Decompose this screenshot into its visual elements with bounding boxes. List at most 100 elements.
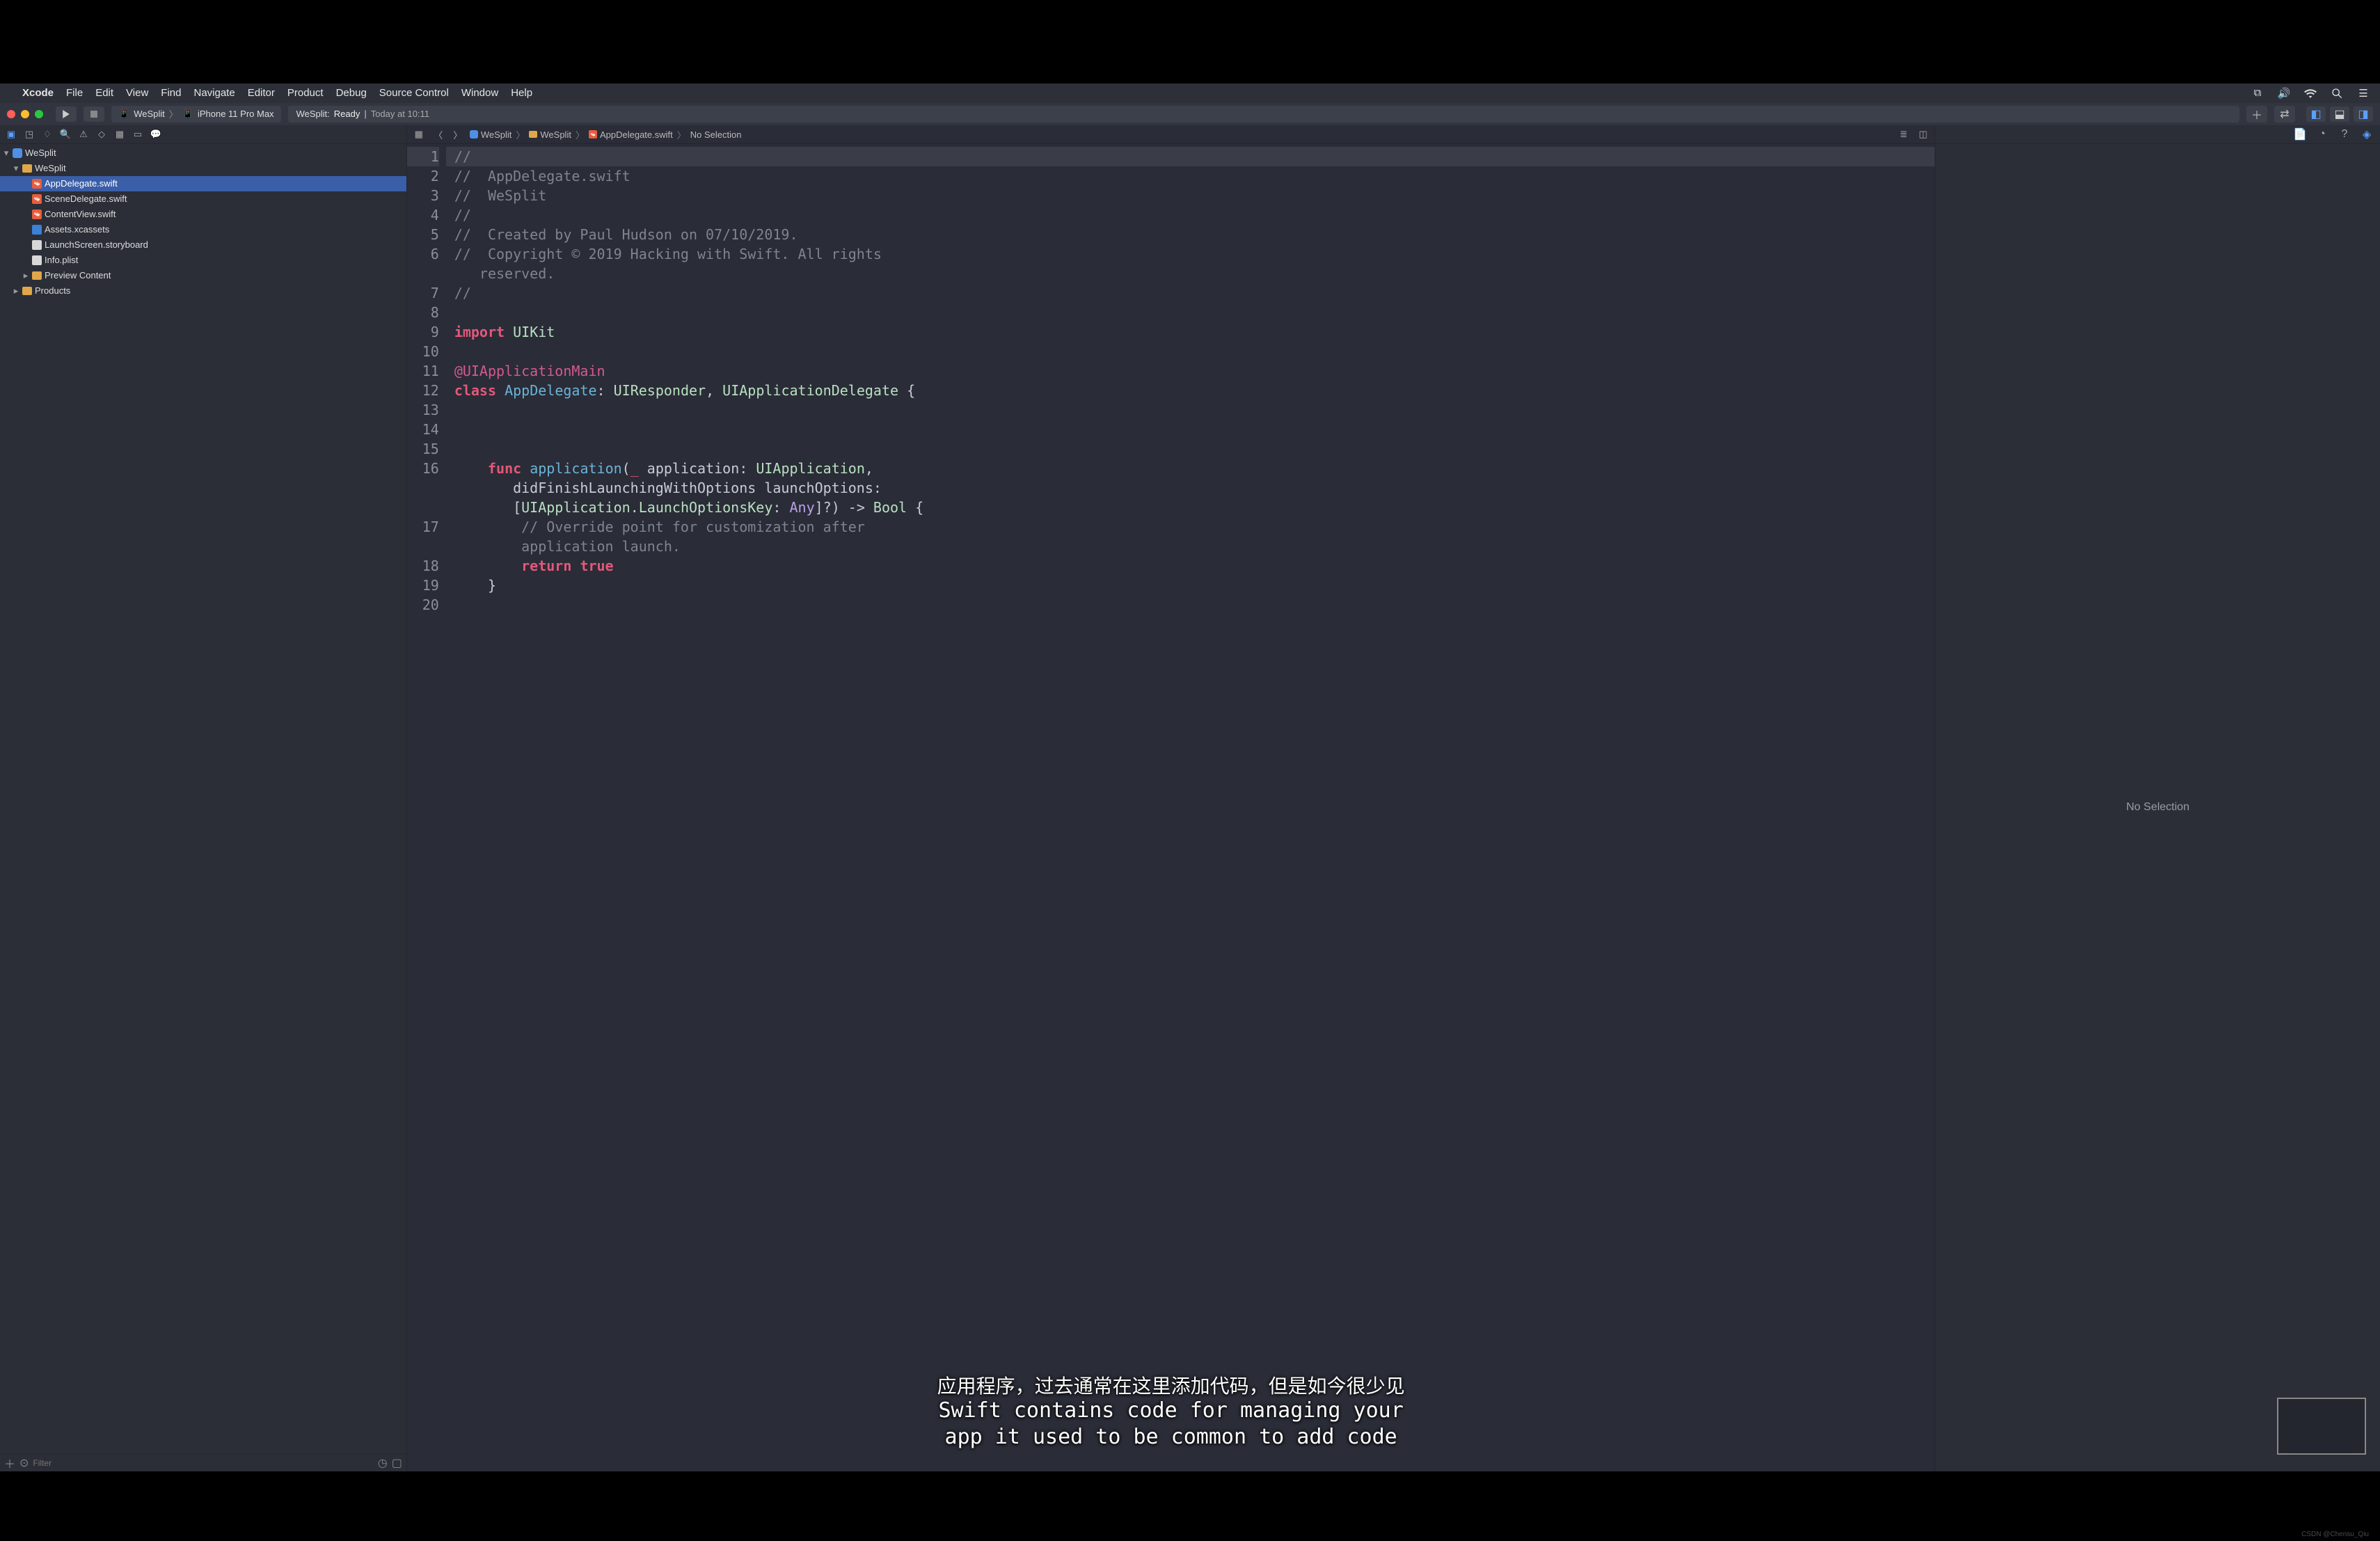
minimize-button[interactable] — [21, 110, 29, 118]
letterbox-bottom: CSDN @Chensu_Qiu — [0, 1471, 2380, 1541]
menu-view[interactable]: View — [126, 87, 148, 99]
test-navigator-tab[interactable]: ◇ — [96, 129, 107, 140]
code-line[interactable]: didFinishLaunchingWithOptions launchOpti… — [454, 478, 1927, 498]
code-text[interactable]: //// AppDelegate.swift// WeSplit//// Cre… — [446, 144, 1935, 1472]
spotlight-icon[interactable] — [2330, 86, 2344, 100]
run-button[interactable] — [56, 106, 77, 122]
source-control-navigator-tab[interactable]: ◳ — [24, 129, 35, 140]
code-line[interactable]: func application(_ application: UIApplic… — [454, 459, 1927, 478]
code-line[interactable]: // — [454, 205, 1927, 225]
wifi-icon[interactable] — [2303, 86, 2317, 100]
code-line[interactable]: import UIKit — [454, 322, 1927, 342]
code-review-button[interactable]: ⇄ — [2274, 106, 2295, 123]
code-line[interactable] — [454, 303, 1927, 322]
tree-file[interactable]: LaunchScreen.storyboard — [0, 237, 406, 253]
minimap-button[interactable]: ≣ — [1896, 127, 1911, 141]
symbol-navigator-tab[interactable]: ♢ — [42, 129, 53, 140]
help-inspector-tab[interactable]: ? — [2338, 128, 2351, 141]
jump-crumb[interactable]: AppDelegate.swift — [589, 129, 673, 140]
tree-group-preview-content[interactable]: ▸ Preview Content — [0, 268, 406, 283]
related-items-button[interactable]: ▦ — [411, 127, 427, 141]
menu-find[interactable]: Find — [161, 87, 181, 99]
menu-help[interactable]: Help — [511, 87, 532, 99]
stop-button[interactable] — [84, 106, 104, 122]
zoom-button[interactable] — [35, 110, 43, 118]
code-line[interactable]: reserved. — [454, 264, 1927, 283]
code-line[interactable] — [454, 400, 1927, 420]
scheme-selector[interactable]: 📱 WeSplit 〉 📱 iPhone 11 Pro Max — [111, 106, 281, 123]
toggle-debug-area-button[interactable]: ⬓ — [2330, 106, 2349, 122]
picture-in-picture-thumb[interactable] — [2277, 1398, 2366, 1455]
library-button[interactable]: ＋ — [2246, 106, 2267, 123]
disclosure-triangle-icon[interactable]: ▸ — [13, 287, 19, 294]
forward-button[interactable]: 〉 — [450, 127, 466, 141]
tree-file[interactable]: Assets.xcassets — [0, 222, 406, 237]
menu-product[interactable]: Product — [287, 87, 324, 99]
code-line[interactable]: @UIApplicationMain — [454, 361, 1927, 381]
close-button[interactable] — [7, 110, 15, 118]
code-line[interactable]: class AppDelegate: UIResponder, UIApplic… — [454, 381, 1927, 400]
menu-editor[interactable]: Editor — [248, 87, 275, 99]
code-line[interactable]: // Copyright © 2019 Hacking with Swift. … — [454, 244, 1927, 264]
disclosure-triangle-icon[interactable]: ▸ — [22, 272, 29, 279]
volume-icon[interactable]: 🔊 — [2277, 86, 2291, 100]
menu-file[interactable]: File — [66, 87, 83, 99]
back-button[interactable]: 〈 — [431, 127, 446, 141]
code-line[interactable]: return true — [454, 556, 1927, 576]
code-line[interactable] — [454, 420, 1927, 439]
code-line[interactable] — [454, 439, 1927, 459]
disclosure-triangle-icon[interactable]: ▾ — [3, 150, 10, 157]
code-line[interactable]: } — [454, 576, 1927, 595]
adjust-editor-button[interactable]: ◫ — [1915, 127, 1930, 141]
tree-file[interactable]: AppDelegate.swift — [0, 176, 406, 191]
code-line[interactable]: // Override point for customization afte… — [454, 517, 1927, 537]
code-line[interactable] — [454, 595, 1927, 615]
breakpoint-navigator-tab[interactable]: ▭ — [132, 129, 143, 140]
project-navigator-tab[interactable]: ▣ — [6, 129, 17, 140]
add-button[interactable]: ＋ — [4, 1455, 15, 1471]
tree-group-products[interactable]: ▸ Products — [0, 283, 406, 299]
code-line[interactable]: // — [446, 147, 1935, 166]
code-line[interactable]: // AppDelegate.swift — [454, 166, 1927, 186]
code-line[interactable] — [454, 342, 1927, 361]
code-line[interactable]: [UIApplication.LaunchOptionsKey: Any]?) … — [454, 498, 1927, 517]
tree-file[interactable]: ContentView.swift — [0, 207, 406, 222]
attributes-inspector-tab[interactable]: ◈ — [2361, 128, 2373, 141]
jump-crumb[interactable]: WeSplit — [529, 129, 571, 140]
menu-window[interactable]: Window — [461, 87, 498, 99]
issue-navigator-tab[interactable]: ⚠ — [78, 129, 89, 140]
code-line[interactable]: // WeSplit — [454, 186, 1927, 205]
swift-file-icon — [32, 179, 42, 189]
code-line[interactable]: application launch. — [454, 537, 1927, 556]
line-gutter: 1234567891011121314151617181920 — [407, 144, 446, 1472]
jump-crumb[interactable]: No Selection — [690, 129, 742, 140]
tree-file[interactable]: Info.plist — [0, 253, 406, 268]
code-line[interactable]: // — [454, 283, 1927, 303]
toggle-navigator-button[interactable]: ◧ — [2306, 106, 2326, 122]
toggle-inspector-button[interactable]: ◨ — [2354, 106, 2373, 122]
find-navigator-tab[interactable]: 🔍 — [60, 129, 71, 140]
menu-source-control[interactable]: Source Control — [379, 87, 449, 99]
tree-label: Preview Content — [45, 270, 111, 280]
app-menu[interactable]: Xcode — [22, 87, 54, 99]
debug-navigator-tab[interactable]: ▦ — [114, 129, 125, 140]
screen-mirror-icon[interactable]: ⧉ — [2251, 86, 2264, 100]
tree-project-root[interactable]: ▾ WeSplit — [0, 145, 406, 161]
source-editor[interactable]: 1234567891011121314151617181920 //// App… — [407, 144, 1935, 1472]
report-navigator-tab[interactable]: 💬 — [150, 129, 161, 140]
menu-debug[interactable]: Debug — [336, 87, 367, 99]
tree-label: Assets.xcassets — [45, 224, 109, 235]
tree-file[interactable]: SceneDelegate.swift — [0, 191, 406, 207]
scm-filter-button[interactable]: ▢ — [392, 1456, 402, 1470]
history-inspector-tab[interactable]: ◔ — [2316, 128, 2329, 141]
filter-input[interactable] — [33, 1458, 373, 1468]
code-line[interactable]: // Created by Paul Hudson on 07/10/2019. — [454, 225, 1927, 244]
file-inspector-tab[interactable]: 📄 — [2294, 128, 2306, 141]
control-center-icon[interactable]: ☰ — [2356, 86, 2370, 100]
disclosure-triangle-icon[interactable]: ▾ — [13, 165, 19, 172]
recent-filter-button[interactable]: ◷ — [378, 1456, 388, 1470]
tree-group[interactable]: ▾ WeSplit — [0, 161, 406, 176]
jump-crumb[interactable]: WeSplit — [470, 129, 512, 140]
menu-edit[interactable]: Edit — [95, 87, 113, 99]
menu-navigate[interactable]: Navigate — [193, 87, 235, 99]
